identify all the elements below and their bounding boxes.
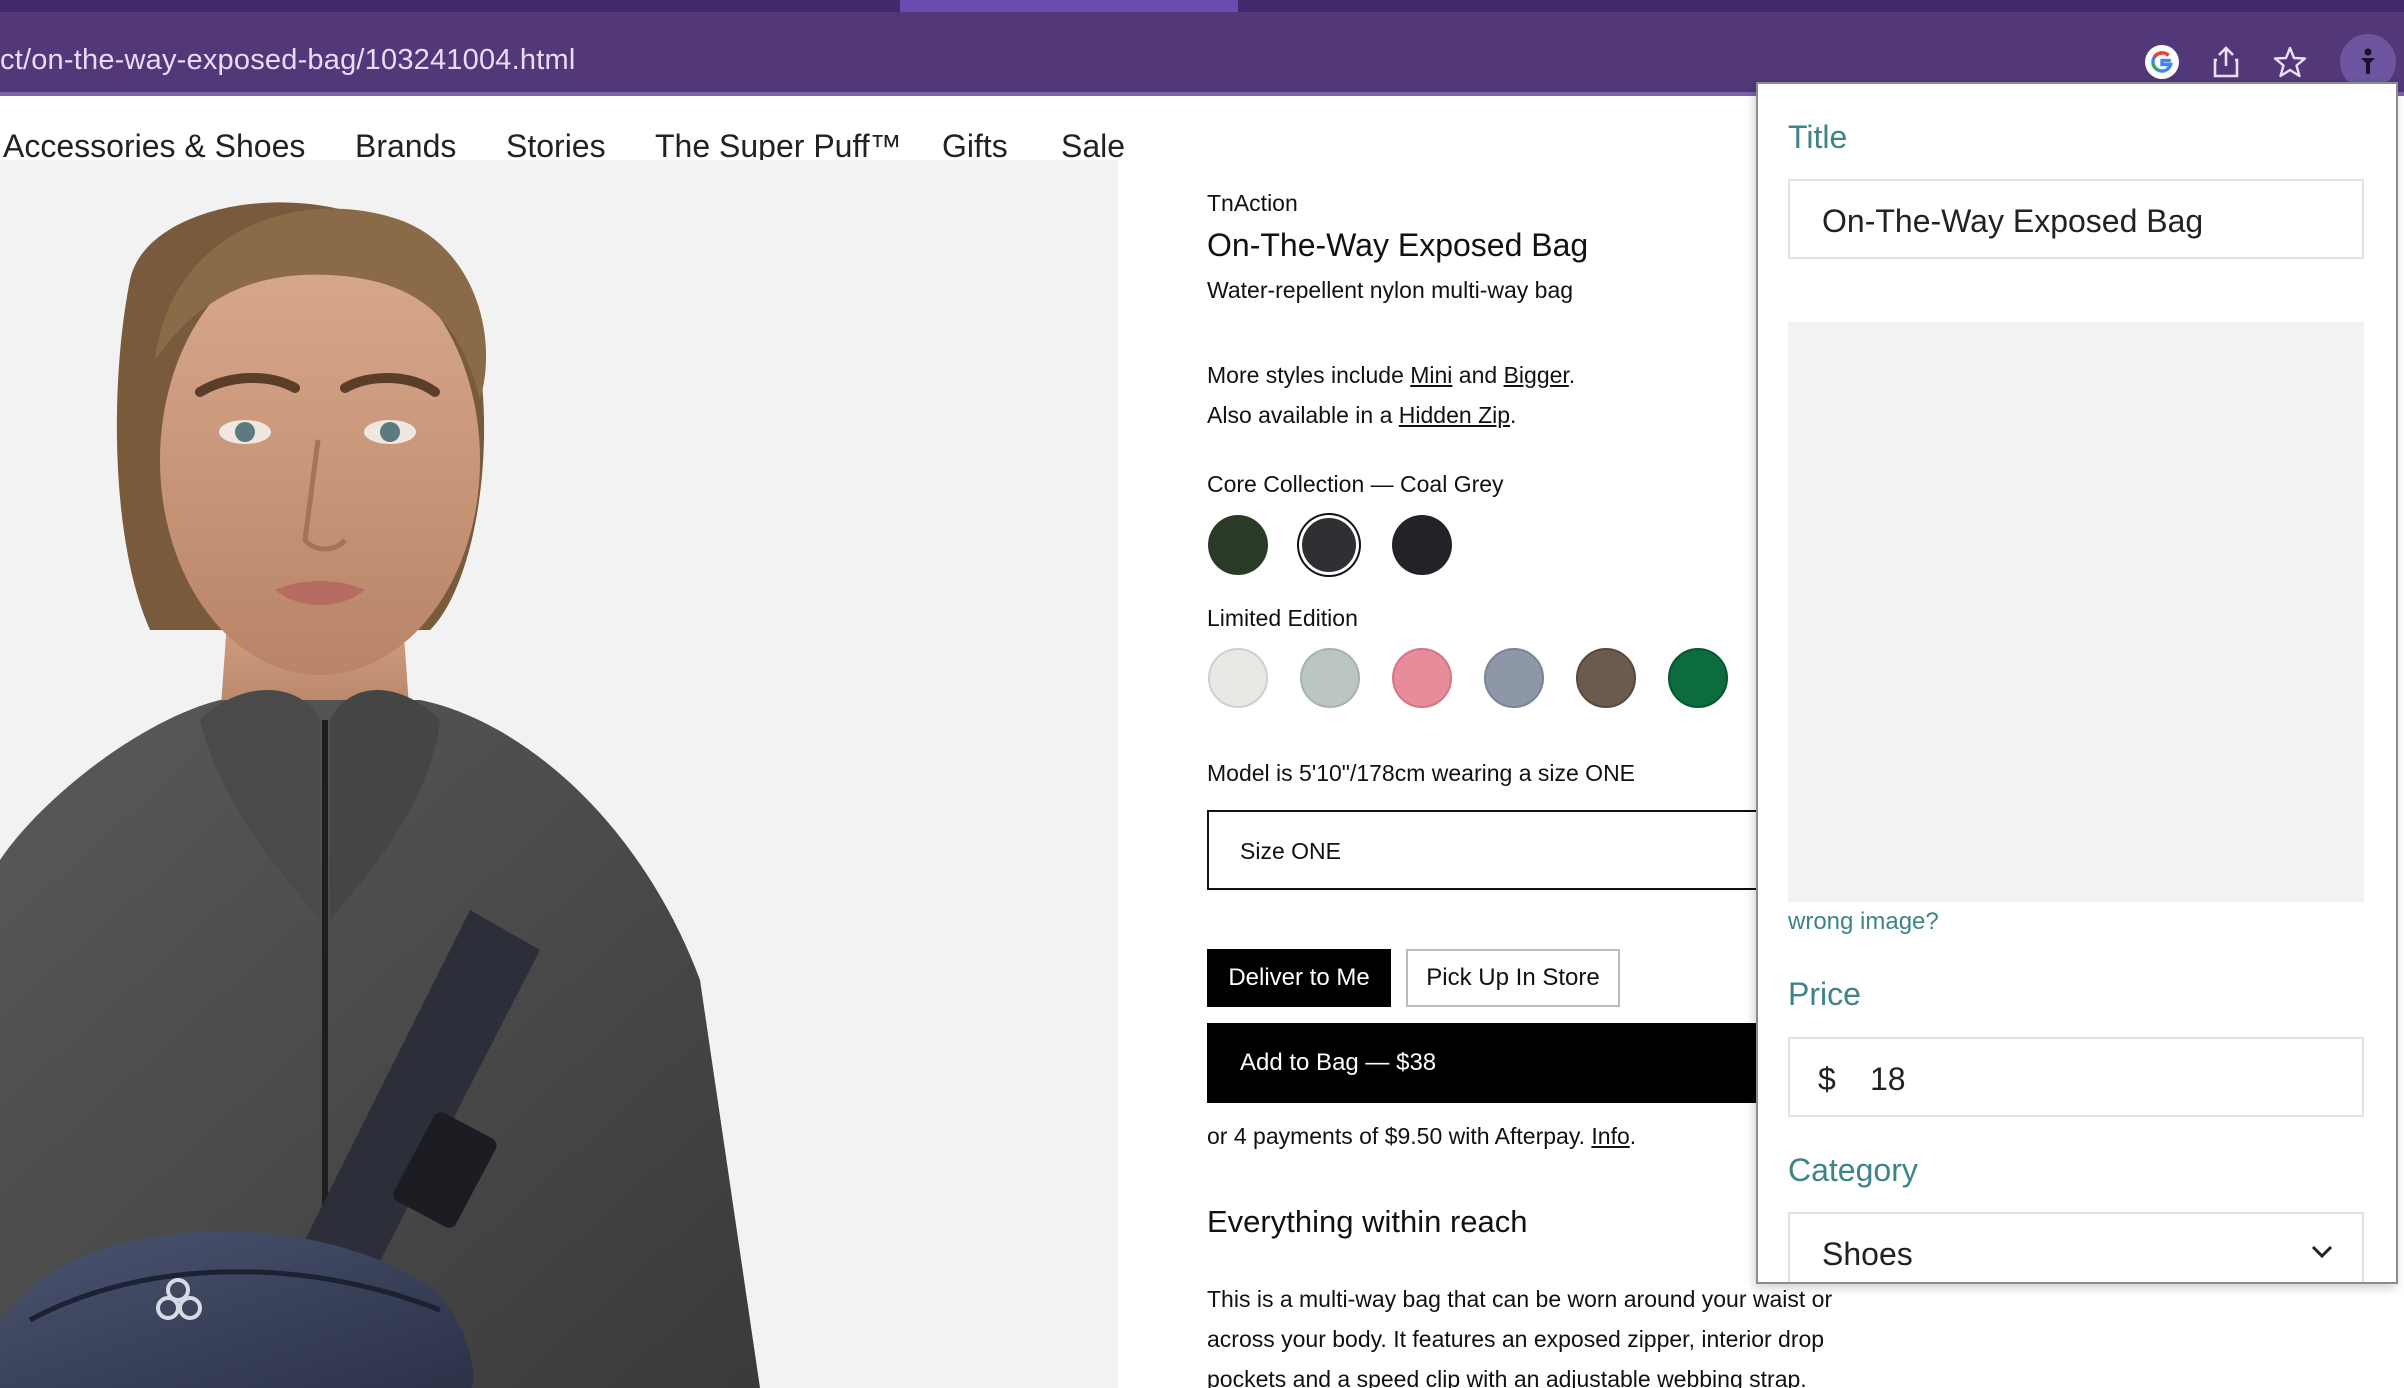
more-styles-prefix: More styles include <box>1207 362 1411 388</box>
extension-popup: Title On-The-Way Exposed Bag wrong image… <box>1756 82 2398 1284</box>
link-hidden-zip[interactable]: Hidden Zip <box>1399 402 1510 428</box>
title-label: Title <box>1788 119 1848 155</box>
swatch-limited-4[interactable] <box>1484 648 1544 708</box>
wrong-image-link[interactable]: wrong image? <box>1788 908 1939 936</box>
afterpay-info-link[interactable]: Info <box>1591 1123 1629 1149</box>
google-icon[interactable] <box>2142 42 2182 82</box>
price-value: 18 <box>1870 1061 1906 1097</box>
model-wearing-bag-illustration <box>0 202 760 1388</box>
image-preview <box>1788 322 2364 902</box>
add-to-bag-button[interactable]: Add to Bag — $38 <box>1207 1023 1767 1103</box>
category-select[interactable]: Shoes <box>1788 1212 2364 1282</box>
swatch-limited-1[interactable] <box>1208 648 1268 708</box>
product-title: On-The-Way Exposed Bag <box>1207 227 1589 263</box>
more-styles-text: More styles include Mini and Bigger. <box>1207 362 1575 389</box>
swatch-limited-5[interactable] <box>1576 648 1636 708</box>
core-collection-label: Core Collection — Coal Grey <box>1207 471 1504 497</box>
more-styles-and: and <box>1452 362 1504 388</box>
chevron-down-icon <box>2311 1245 2333 1259</box>
product-brand: TnAction <box>1207 190 1298 216</box>
share-icon[interactable] <box>2206 42 2246 82</box>
size-selector[interactable]: Size ONE <box>1207 810 1767 890</box>
size-value: Size ONE <box>1240 838 1341 864</box>
price-field[interactable]: $ 18 <box>1788 1037 2364 1117</box>
also-available-text: Also available in a Hidden Zip. <box>1207 402 1516 429</box>
swatch-core-1[interactable] <box>1208 515 1268 575</box>
address-bar[interactable]: ct/on-the-way-exposed-bag/103241004.html <box>0 12 2404 92</box>
category-label: Category <box>1788 1152 1918 1188</box>
currency-symbol: $ <box>1818 1061 1836 1097</box>
pick-up-in-store-button[interactable]: Pick Up In Store <box>1406 949 1620 1007</box>
price-label: Price <box>1788 976 1861 1012</box>
url-text[interactable]: ct/on-the-way-exposed-bag/103241004.html <box>0 44 575 77</box>
model-size-note: Model is 5'10"/178cm wearing a size ONE <box>1207 760 1636 786</box>
swatch-limited-2[interactable] <box>1300 648 1360 708</box>
tab-strip <box>0 0 2404 12</box>
product-subtitle: Water-repellent nylon multi-way bag <box>1207 277 1574 303</box>
afterpay-prefix: or 4 payments of $9.50 with Afterpay. <box>1207 1123 1592 1149</box>
description-line-1: This is a multi-way bag that can be worn… <box>1207 1286 1833 1312</box>
swatch-limited-3[interactable] <box>1392 648 1452 708</box>
title-value: On-The-Way Exposed Bag <box>1822 203 2204 239</box>
more-styles-end: . <box>1568 362 1576 388</box>
also-end: . <box>1510 402 1517 428</box>
description-line-3: pockets and a speed clip with an adjusta… <box>1207 1366 1807 1388</box>
link-mini[interactable]: Mini <box>1410 362 1452 388</box>
title-field[interactable]: On-The-Way Exposed Bag <box>1788 179 2364 259</box>
description-line-2: across your body. It features an exposed… <box>1207 1326 1825 1352</box>
afterpay-text: or 4 payments of $9.50 with Afterpay. In… <box>1207 1123 1636 1150</box>
swatch-core-2-selected[interactable] <box>1302 518 1356 572</box>
add-to-bag-label: Add to Bag — $38 <box>1240 1049 1437 1076</box>
link-bigger[interactable]: Bigger <box>1504 362 1569 388</box>
active-tab-gap <box>900 0 1238 12</box>
limited-edition-label: Limited Edition <box>1207 605 1358 631</box>
star-icon[interactable] <box>2270 42 2310 82</box>
also-prefix: Also available in a <box>1207 402 1399 428</box>
product-image[interactable] <box>0 160 1118 1388</box>
swatch-limited-6[interactable] <box>1668 648 1728 708</box>
afterpay-end: . <box>1629 1123 1637 1149</box>
section-heading: Everything within reach <box>1207 1204 1528 1239</box>
deliver-to-me-button[interactable]: Deliver to Me <box>1207 949 1391 1007</box>
category-value: Shoes <box>1822 1236 1913 1272</box>
swatch-core-3[interactable] <box>1392 515 1452 575</box>
